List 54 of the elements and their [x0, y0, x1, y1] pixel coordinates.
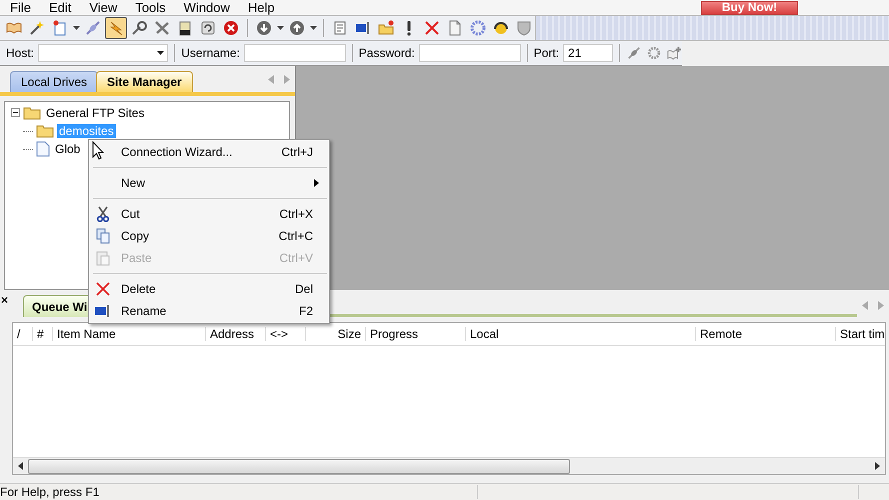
menu-item[interactable]: Copy Ctrl+C	[89, 225, 329, 247]
scroll-right-icon[interactable]	[875, 462, 880, 470]
plug-icon[interactable]	[626, 45, 641, 61]
menu-item[interactable]: File	[0, 0, 40, 15]
caret-icon[interactable]	[277, 26, 284, 30]
column-header[interactable]: Progress	[366, 327, 466, 341]
horizontal-scrollbar[interactable]	[13, 457, 885, 474]
username-label: Username:	[181, 46, 240, 60]
column-header[interactable]: Remote	[696, 327, 836, 341]
rename-icon	[95, 304, 111, 318]
column-header[interactable]: Item Name	[53, 327, 206, 341]
column-header[interactable]: /	[13, 327, 33, 341]
menu-item[interactable]: Window	[174, 0, 239, 15]
tree-item[interactable]: Glob	[53, 142, 82, 156]
caret-icon[interactable]	[310, 26, 317, 30]
column-header[interactable]: Start tim	[836, 327, 885, 341]
password-label: Password:	[358, 46, 415, 60]
dropdown-arrow-icon[interactable]	[157, 51, 164, 55]
menu-item[interactable]: View	[80, 0, 126, 15]
column-header[interactable]: Local	[466, 327, 696, 341]
port-label: Port:	[534, 46, 560, 60]
close-button[interactable]: ×	[0, 293, 13, 307]
book-add-icon[interactable]	[666, 45, 682, 61]
column-header[interactable]: #	[33, 327, 53, 341]
scroll-left-icon[interactable]	[18, 462, 23, 470]
port-field[interactable]: 21	[563, 44, 614, 62]
file-icon	[36, 141, 50, 157]
delete-icon	[95, 282, 111, 296]
status-text: For Help, press F1	[0, 485, 100, 499]
column-header[interactable]: <->	[266, 327, 306, 341]
gear-icon[interactable]	[646, 45, 661, 61]
panel-tab[interactable]: Local Drives	[10, 71, 98, 92]
folder-icon	[36, 124, 54, 138]
host-label: Host:	[6, 46, 34, 60]
menu-item[interactable]: Cut Ctrl+X	[89, 203, 329, 225]
paste-icon	[95, 250, 111, 266]
menu-item[interactable]: Edit	[40, 0, 80, 15]
copy-icon	[95, 228, 111, 244]
menu-item[interactable]: Connection Wizard... Ctrl+J	[89, 141, 329, 163]
collapse-icon[interactable]	[11, 106, 20, 120]
menu-item[interactable]: New	[89, 172, 329, 194]
scissors-icon	[95, 206, 111, 222]
column-header[interactable]: Size	[306, 327, 366, 341]
menu-item[interactable]: Help	[238, 0, 284, 15]
host-field[interactable]	[38, 44, 168, 62]
password-field[interactable]	[418, 44, 521, 62]
tree-item[interactable]: General FTP Sites	[44, 106, 146, 120]
column-header[interactable]: Address	[206, 327, 266, 341]
username-field[interactable]	[244, 44, 346, 62]
panel-tab[interactable]: Site Manager	[96, 71, 193, 92]
menu-item[interactable]: Tools	[126, 0, 175, 15]
folder-icon	[23, 106, 41, 120]
bolt-icon[interactable]	[105, 17, 127, 39]
caret-icon[interactable]	[73, 26, 80, 30]
